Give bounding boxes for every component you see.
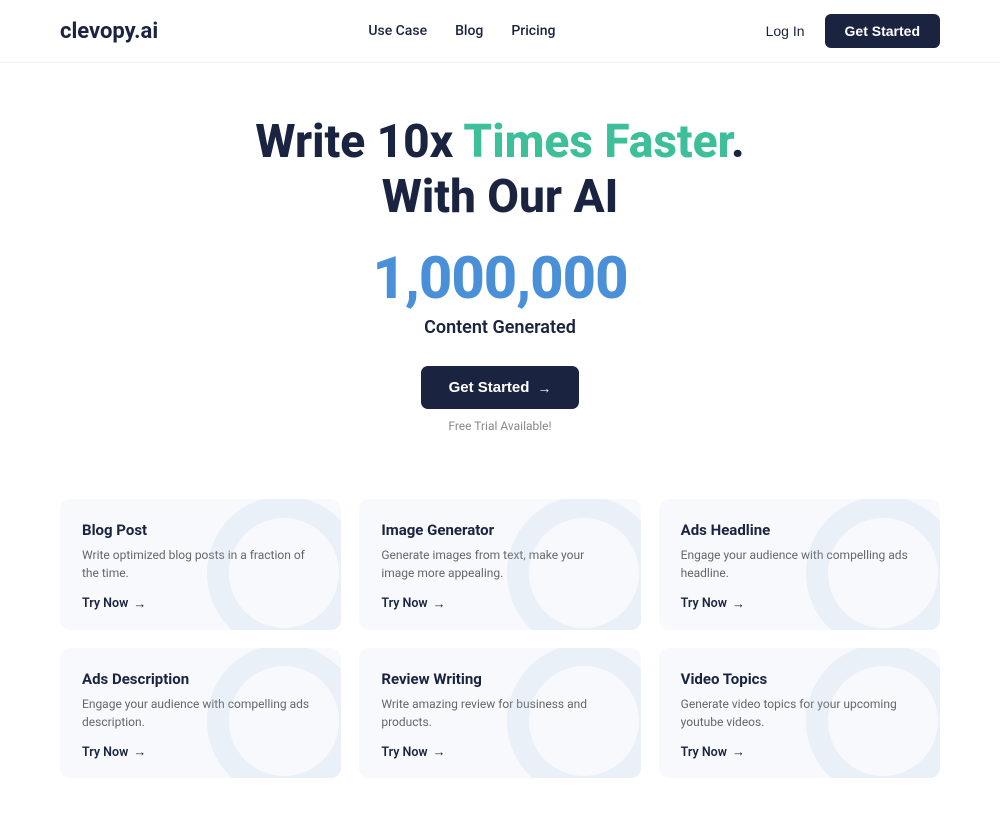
feature-card: Blog Post Write optimized blog posts in … [60,499,341,630]
card-link-label: Try Now [381,745,427,760]
card-try-now-link[interactable]: Try Now → [681,744,745,760]
cards-grid: Blog Post Write optimized blog posts in … [0,469,1000,818]
feature-card: Ads Headline Engage your audience with c… [659,499,940,630]
card-arrow-icon: → [433,744,446,760]
card-link-label: Try Now [681,596,727,611]
hero-section: Write 10x Times Faster. With Our AI 1,00… [0,63,1000,469]
hero-sub: Content Generated [20,317,980,338]
nav-links: Use Case Blog Pricing [368,23,555,39]
card-title: Blog Post [82,521,319,539]
card-desc: Write optimized blog posts in a fraction… [82,546,319,582]
logo-text: clevopy.ai [60,19,158,44]
arrow-icon: → [537,380,551,396]
card-title: Image Generator [381,521,618,539]
card-link-label: Try Now [381,596,427,611]
get-started-label: Get Started [449,379,530,396]
card-arrow-icon: → [732,744,745,760]
card-arrow-icon: → [133,744,146,760]
card-arrow-icon: → [433,596,446,612]
card-arrow-icon: → [732,596,745,612]
card-title: Ads Description [82,670,319,688]
card-desc: Generate video topics for your upcoming … [681,695,918,731]
card-link-label: Try Now [82,596,128,611]
card-title: Video Topics [681,670,918,688]
get-started-nav-button[interactable]: Get Started [825,14,940,48]
nav-link-pricing[interactable]: Pricing [511,23,555,39]
get-started-hero-button[interactable]: Get Started → [421,366,580,409]
feature-card: Image Generator Generate images from tex… [359,499,640,630]
free-trial-text: Free Trial Available! [20,419,980,433]
hero-stat: 1,000,000 [20,245,980,313]
login-button[interactable]: Log In [766,23,805,39]
headline-part1: Write 10x [255,115,463,169]
card-try-now-link[interactable]: Try Now → [82,596,146,612]
card-desc: Write amazing review for business and pr… [381,695,618,731]
nav-link-blog[interactable]: Blog [455,23,483,39]
headline-line2: With Our AI [382,170,619,224]
headline-part2: . [731,115,745,169]
feature-card: Ads Description Engage your audience wit… [60,648,341,779]
hero-headline: Write 10x Times Faster. With Our AI [20,115,980,225]
card-try-now-link[interactable]: Try Now → [381,744,445,760]
logo: clevopy.ai [60,19,158,44]
card-desc: Engage your audience with compelling ads… [82,695,319,731]
nav-link-usecase[interactable]: Use Case [368,23,427,39]
card-link-label: Try Now [681,745,727,760]
feature-card: Video Topics Generate video topics for y… [659,648,940,779]
card-arrow-icon: → [133,596,146,612]
card-try-now-link[interactable]: Try Now → [82,744,146,760]
feature-card: Review Writing Write amazing review for … [359,648,640,779]
card-try-now-link[interactable]: Try Now → [381,596,445,612]
navbar: clevopy.ai Use Case Blog Pricing Log In … [0,0,1000,63]
card-try-now-link[interactable]: Try Now → [681,596,745,612]
nav-actions: Log In Get Started [766,14,940,48]
card-desc: Engage your audience with compelling ads… [681,546,918,582]
card-title: Ads Headline [681,521,918,539]
card-title: Review Writing [381,670,618,688]
headline-highlight: Times Faster [463,115,731,169]
card-link-label: Try Now [82,745,128,760]
card-desc: Generate images from text, make your ima… [381,546,618,582]
